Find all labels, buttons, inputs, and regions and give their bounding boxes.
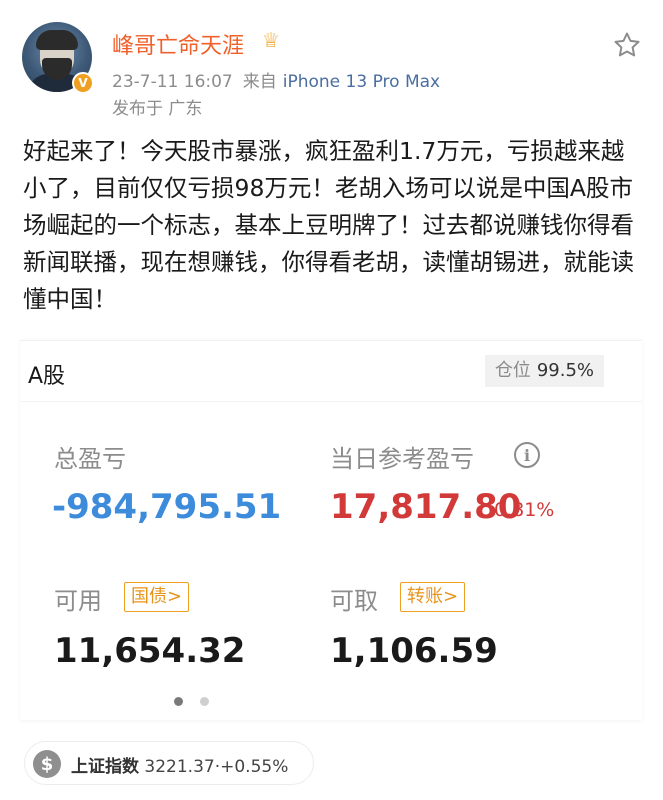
page-dot[interactable] bbox=[200, 697, 209, 706]
daily-pl-percent: 0.81% bbox=[494, 499, 555, 521]
total-pl-label: 总盈亏 bbox=[54, 445, 126, 473]
divider bbox=[20, 401, 642, 402]
page-dot-active[interactable] bbox=[174, 697, 183, 706]
withdrawable-value: 1,106.59 bbox=[330, 631, 498, 671]
avatar-hair bbox=[36, 30, 78, 50]
verified-icon: V bbox=[72, 72, 94, 94]
info-icon[interactable]: i bbox=[514, 442, 540, 468]
transfer-button[interactable]: 转账> bbox=[400, 582, 466, 612]
available-label: 可用 bbox=[54, 587, 102, 615]
stock-index-pill[interactable]: $ 上证指数 3221.37·+0.55% bbox=[24, 741, 314, 785]
daily-pl-label: 当日参考盈亏 bbox=[330, 445, 474, 473]
source-label: 来自 bbox=[242, 72, 277, 92]
position-badge: 仓位 99.5% bbox=[484, 355, 604, 387]
position-value: 99.5% bbox=[536, 360, 594, 381]
index-name: 上证指数 bbox=[71, 757, 139, 777]
available-value: 11,654.32 bbox=[54, 631, 246, 671]
dollar-icon: $ bbox=[33, 750, 61, 778]
star-icon[interactable] bbox=[612, 30, 642, 60]
withdrawable-label: 可取 bbox=[330, 587, 378, 615]
card-title: A股 bbox=[28, 364, 66, 389]
card-header: A股 仓位 99.5% bbox=[20, 341, 642, 399]
bond-button[interactable]: 国债> bbox=[124, 582, 190, 612]
index-change: ·+0.55% bbox=[214, 757, 289, 777]
index-value: 3221.37 bbox=[144, 757, 215, 777]
daily-pl-value: 17,817.80 bbox=[330, 487, 522, 527]
total-pl-value: -984,795.51 bbox=[52, 487, 282, 527]
index-text: 上证指数 3221.37·+0.55% bbox=[71, 752, 288, 777]
device-link[interactable]: iPhone 13 Pro Max bbox=[283, 72, 440, 92]
stock-account-card[interactable]: A股 仓位 99.5% 总盈亏 -984,795.51 当日参考盈亏 i 17,8… bbox=[20, 340, 642, 720]
post-header: V 峰哥亡命天涯 ♕ 23-7-11 16:07 来自 iPhone 13 Pro … bbox=[0, 0, 663, 120]
post-body: 好起来了！今天股市暴涨，疯狂盈利1.7万元，亏损越来越小了，目前仅仅亏损98万元… bbox=[23, 137, 634, 313]
username[interactable]: 峰哥亡命天涯 bbox=[112, 28, 244, 60]
post-meta: 23-7-11 16:07 来自 iPhone 13 Pro Max bbox=[112, 67, 440, 92]
crown-icon: ♕ bbox=[262, 28, 280, 52]
post-timestamp: 23-7-11 16:07 bbox=[112, 72, 233, 92]
post-location: 发布于 广东 bbox=[112, 99, 203, 119]
position-label: 仓位 bbox=[494, 360, 531, 381]
